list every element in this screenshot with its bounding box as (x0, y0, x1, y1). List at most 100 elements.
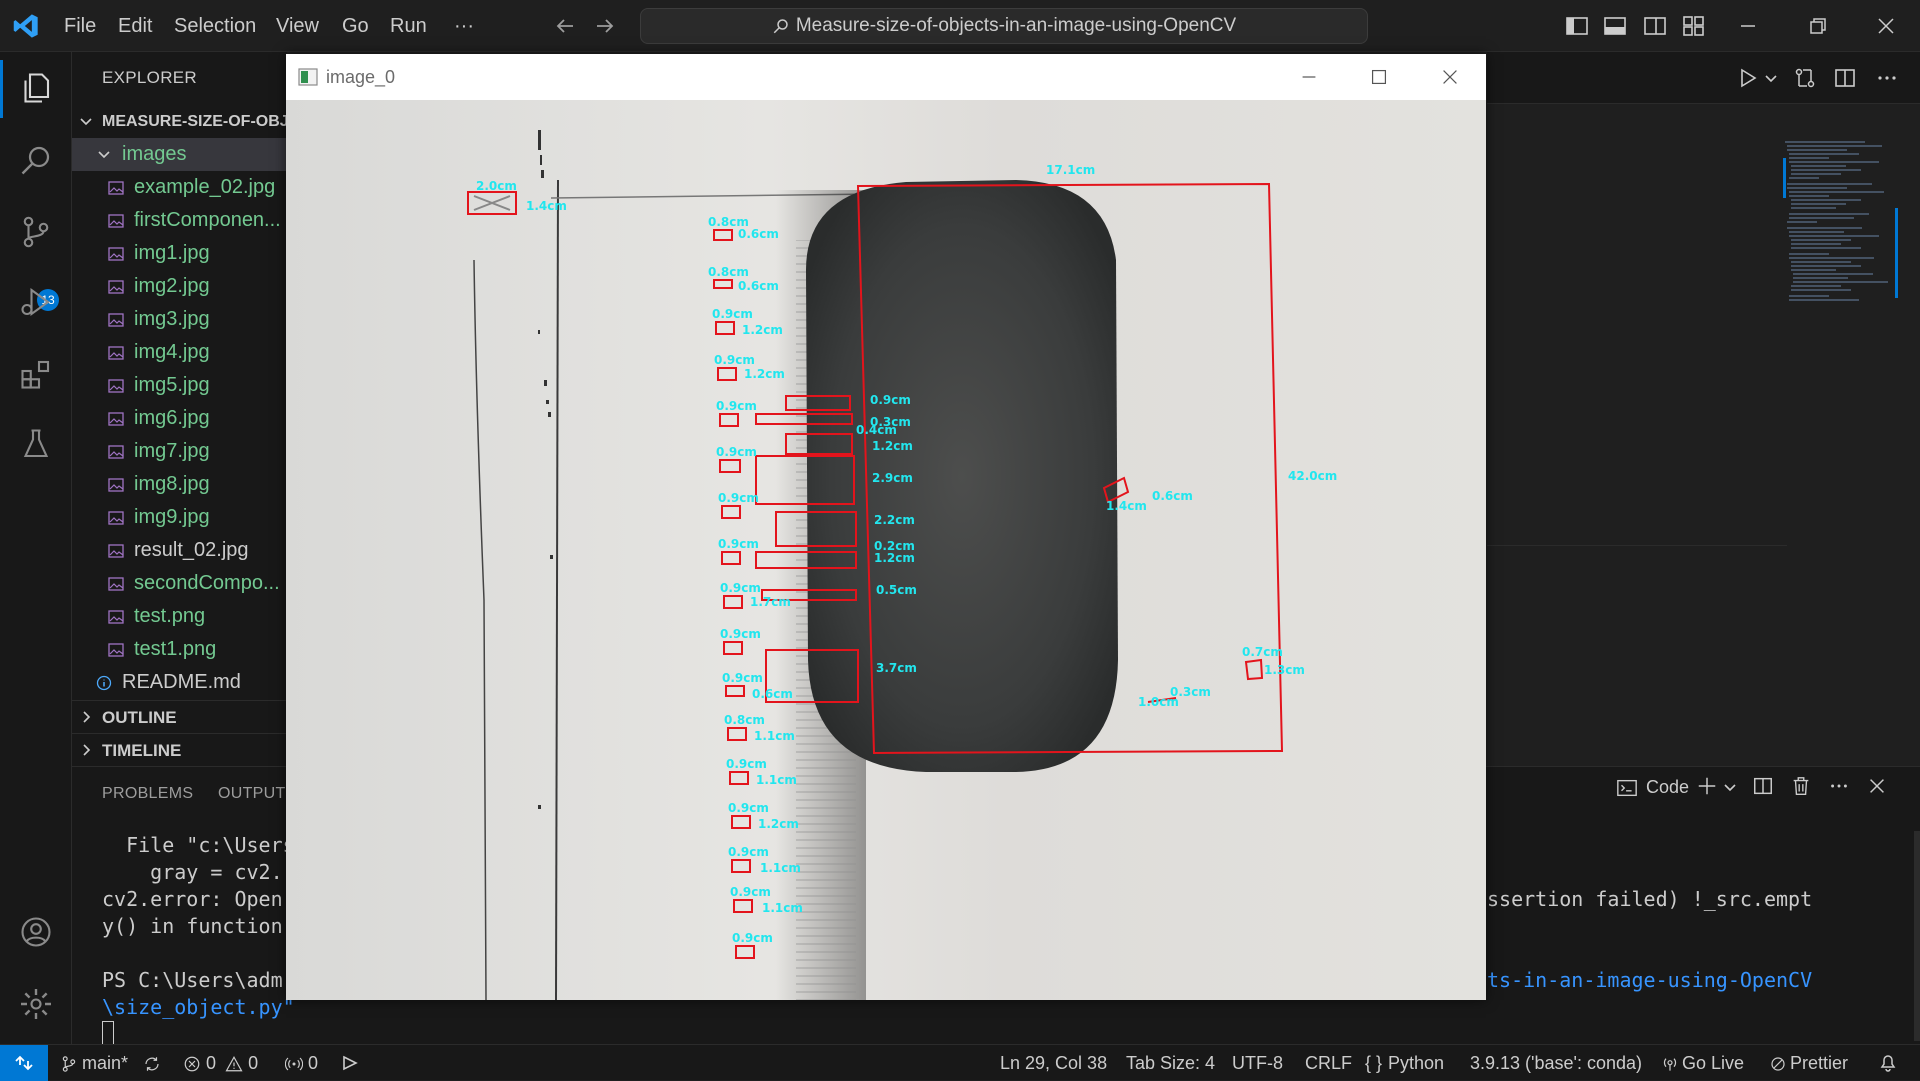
outline-section[interactable]: OUTLINE (72, 700, 287, 733)
terminal-icon[interactable] (1616, 777, 1638, 799)
restore-icon[interactable] (1806, 14, 1830, 38)
file-row[interactable]: img5.jpg (72, 369, 287, 402)
file-row[interactable]: test1.png (72, 633, 287, 666)
testing-icon[interactable] (18, 426, 54, 462)
label-edge: 1.2cm (872, 439, 913, 453)
settings-gear-icon[interactable] (18, 986, 54, 1022)
label-tick: 0.8cm (724, 713, 765, 727)
menu-more[interactable]: ··· (454, 0, 474, 52)
files-icon[interactable] (18, 70, 54, 106)
label-tick: 0.9cm (718, 491, 759, 505)
title-bar: File Edit Selection View Go Run ··· Meas… (0, 0, 1920, 52)
menu-edit[interactable]: Edit (118, 0, 152, 52)
run-icon[interactable] (1735, 66, 1759, 90)
forward-arrow-icon[interactable] (593, 14, 617, 38)
label-tick: 0.6cm (738, 279, 779, 293)
search-icon[interactable] (18, 142, 54, 178)
source-control-icon[interactable] (18, 214, 54, 250)
branch-status[interactable]: main* (60, 1045, 161, 1081)
label-edge: 1.2cm (874, 551, 915, 565)
file-row[interactable]: img9.jpg (72, 501, 287, 534)
debug-status-icon[interactable] (340, 1045, 360, 1081)
readme-row[interactable]: README.md (72, 666, 287, 699)
vscode-logo-icon[interactable] (12, 12, 40, 40)
menu-view[interactable]: View (276, 0, 319, 52)
file-row[interactable]: secondCompo... (72, 567, 287, 600)
images-folder-row[interactable]: images (72, 138, 287, 171)
file-row[interactable]: img7.jpg (72, 435, 287, 468)
terminal-profile-label[interactable]: Code (1646, 777, 1689, 798)
file-row[interactable]: test.png (72, 600, 287, 633)
split-icon[interactable] (1752, 775, 1774, 797)
encoding[interactable]: UTF-8 (1232, 1045, 1283, 1081)
tab-problems[interactable]: PROBLEMS (102, 785, 193, 803)
back-arrow-icon[interactable] (553, 14, 577, 38)
menu-run[interactable]: Run (390, 0, 427, 52)
toggle-secondary-sidebar-icon[interactable] (1643, 14, 1667, 38)
image-window-titlebar[interactable]: image_0 (286, 54, 1486, 100)
split-editor-icon[interactable] (1833, 66, 1857, 90)
add-icon[interactable] (1696, 775, 1718, 797)
terminal-line: File "c:\Users (102, 833, 295, 857)
go-live-button[interactable]: Go Live (1662, 1045, 1744, 1081)
maximize-icon[interactable] (1368, 66, 1390, 88)
tab-size[interactable]: Tab Size: 4 (1126, 1045, 1215, 1081)
extensions-icon[interactable] (18, 356, 54, 392)
file-row[interactable]: img6.jpg (72, 402, 287, 435)
prettier-status[interactable]: Prettier (1770, 1045, 1848, 1081)
root-folder-row[interactable]: MEASURE-SIZE-OF-OBJ... (72, 105, 287, 138)
account-icon[interactable] (18, 914, 54, 950)
line-ending[interactable]: CRLF (1305, 1045, 1352, 1081)
file-label: secondCompo... (134, 572, 280, 594)
chevron-down-icon[interactable] (1722, 779, 1738, 795)
ports-status[interactable]: 0 (285, 1045, 318, 1081)
terminal-scrollbar[interactable] (1914, 831, 1920, 1041)
minimap[interactable] (1783, 138, 1898, 368)
more-icon[interactable] (1875, 66, 1899, 90)
error-icon (183, 1055, 201, 1073)
close-panel-icon[interactable] (1866, 775, 1888, 797)
minimize-icon[interactable] (1736, 14, 1760, 38)
images-folder-label: images (122, 143, 187, 165)
tab-output[interactable]: OUTPUT (218, 785, 286, 803)
go-live-label: Go Live (1682, 1053, 1745, 1073)
file-row[interactable]: img2.jpg (72, 270, 287, 303)
run-debug-icon[interactable] (18, 284, 54, 320)
problems-status[interactable]: 0 0 (183, 1045, 258, 1081)
file-row[interactable]: example_02.jpg (72, 171, 287, 204)
menu-file[interactable]: File (64, 0, 96, 52)
menu-selection[interactable]: Selection (174, 0, 256, 52)
file-row[interactable]: firstComponen... (72, 204, 287, 237)
file-row[interactable]: img3.jpg (72, 303, 287, 336)
terminal-line-right: ssertion failed) !_src.empt (1487, 887, 1813, 911)
label-reference-a: 2.0cm (476, 179, 517, 193)
toggle-panel-icon[interactable] (1603, 14, 1627, 38)
minimize-icon[interactable] (1298, 66, 1320, 88)
timeline-section[interactable]: TIMELINE (72, 733, 287, 766)
label-tick: 1.1cm (762, 901, 803, 915)
cursor-position[interactable]: Ln 29, Col 38 (1000, 1045, 1107, 1081)
toggle-primary-sidebar-icon[interactable] (1565, 14, 1589, 38)
file-row[interactable]: img8.jpg (72, 468, 287, 501)
remote-indicator[interactable] (0, 1045, 48, 1081)
file-row[interactable]: result_02.jpg (72, 534, 287, 567)
chevron-down-icon[interactable] (1763, 70, 1779, 86)
file-label: img1.jpg (134, 242, 210, 264)
customize-layout-icon[interactable] (1682, 14, 1706, 38)
image-viewer-window[interactable]: image_0 17.1cm 42.0cm 1.4cm 0.6cm 0.7cm … (286, 54, 1486, 1000)
command-center-search[interactable]: Measure-size-of-objects-in-an-image-usin… (640, 8, 1368, 44)
close-icon[interactable] (1439, 66, 1461, 88)
image-file-icon (108, 576, 124, 592)
more-icon[interactable] (1828, 775, 1850, 797)
trash-icon[interactable] (1790, 775, 1812, 797)
language-mode[interactable]: { } Python (1365, 1045, 1444, 1081)
label-tick: 1.2cm (744, 367, 785, 381)
close-icon[interactable] (1874, 14, 1898, 38)
compare-icon[interactable] (1793, 66, 1817, 90)
file-row[interactable]: img1.jpg (72, 237, 287, 270)
info-icon (96, 675, 112, 691)
python-interpreter[interactable]: 3.9.13 ('base': conda) (1470, 1045, 1642, 1081)
file-row[interactable]: img4.jpg (72, 336, 287, 369)
notifications-bell-icon[interactable] (1878, 1045, 1898, 1081)
menu-go[interactable]: Go (342, 0, 369, 52)
